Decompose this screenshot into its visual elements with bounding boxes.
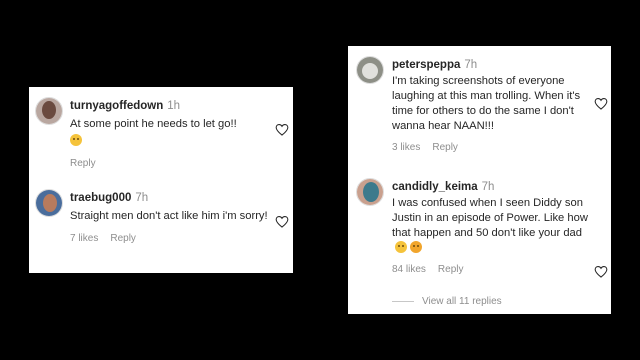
reply-button[interactable]: Reply (438, 264, 464, 275)
likes-count[interactable]: 3 likes (392, 142, 420, 153)
view-replies-button[interactable]: View all 11 replies (392, 296, 502, 307)
heart-icon[interactable] (594, 265, 608, 278)
comment-text: At some point he needs to let go!! (70, 118, 237, 130)
heart-icon[interactable] (275, 123, 289, 136)
comment-text: I'm taking screenshots of everyone laugh… (392, 75, 581, 132)
username[interactable]: turnyagoffedown (70, 100, 163, 112)
heart-icon[interactable] (594, 97, 608, 110)
timestamp: 7h (481, 181, 495, 193)
divider-line (392, 300, 414, 302)
avatar[interactable] (356, 56, 384, 84)
timestamp: 7h (135, 192, 149, 204)
comment-text: I was confused when I seen Diddy son Jus… (392, 197, 588, 239)
view-replies-label[interactable]: View all 11 replies (422, 296, 502, 307)
avatar[interactable] (35, 189, 63, 217)
avatar[interactable] (35, 97, 63, 125)
thinking-emoji (395, 241, 407, 253)
heart-icon[interactable] (275, 215, 289, 228)
reply-button[interactable]: Reply (70, 158, 96, 169)
timestamp: 7h (464, 59, 478, 71)
grimacing-emoji (70, 134, 82, 146)
username[interactable]: peterspeppa (392, 59, 460, 71)
comment-card-left: turnyagoffedown 1h At some point he needs… (29, 87, 293, 273)
username[interactable]: candidly_keima (392, 181, 478, 193)
comment-card-right: peterspeppa 7h I'm taking screenshots of … (348, 46, 611, 314)
comment-text: Straight men don't act like him i'm sorr… (70, 210, 268, 222)
reply-button[interactable]: Reply (110, 233, 136, 244)
pleading-emoji (410, 241, 422, 253)
likes-count[interactable]: 7 likes (70, 233, 98, 244)
likes-count[interactable]: 84 likes (392, 264, 426, 275)
timestamp: 1h (167, 100, 181, 112)
username[interactable]: traebug000 (70, 192, 131, 204)
reply-button[interactable]: Reply (432, 142, 458, 153)
avatar[interactable] (356, 178, 384, 206)
